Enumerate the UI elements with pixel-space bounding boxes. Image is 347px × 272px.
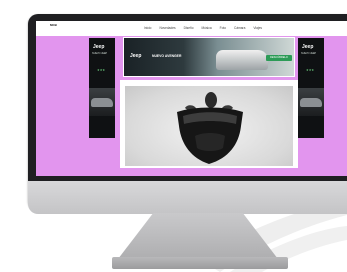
site-logo[interactable]: MCB (50, 24, 62, 33)
leaderboard-ad[interactable]: Jeep NUEVO AVENGER DESCÚBRELO (123, 37, 295, 77)
ad-rating: ★★★ (97, 68, 106, 72)
monitor-screen: MCB Inicio Novedades Diseño Música Foto … (36, 21, 347, 176)
main-nav: Inicio Novedades Diseño Música Foto Cáma… (144, 26, 262, 30)
nav-item[interactable]: Viajes (253, 26, 262, 30)
ad-brand: Jeep (130, 53, 142, 59)
ad-cta-button[interactable]: DESCÚBRELO (266, 55, 292, 61)
car-image (216, 50, 268, 70)
nav-item[interactable]: Diseño (184, 26, 194, 30)
ad-brand: Jeep (93, 44, 105, 50)
monitor-base (112, 257, 288, 269)
skyscraper-ad-left[interactable]: Jeep NUEVO JEEP ★★★ (89, 38, 115, 138)
nav-item[interactable]: Cámara (234, 26, 245, 30)
car-image (89, 88, 115, 116)
ad-tagline: NUEVO JEEP (301, 52, 317, 55)
ad-rating: ★★★ (306, 68, 315, 72)
nav-item[interactable]: Novedades (159, 26, 175, 30)
skyscraper-ad-right[interactable]: Jeep NUEVO JEEP ★★★ (298, 38, 324, 138)
nav-item[interactable]: Música (202, 26, 212, 30)
ad-headline: NUEVO AVENGER (152, 54, 182, 58)
ad-tagline: NUEVO JEEP (92, 52, 108, 55)
car-image (298, 88, 324, 116)
hero-image[interactable] (125, 86, 293, 166)
nav-item[interactable]: Foto (220, 26, 226, 30)
nav-item[interactable]: Inicio (144, 26, 151, 30)
person-with-shield-icon (177, 92, 243, 164)
site-header: MCB Inicio Novedades Diseño Música Foto … (36, 21, 347, 36)
monitor-chin (28, 181, 347, 214)
ad-brand: Jeep (302, 44, 314, 50)
